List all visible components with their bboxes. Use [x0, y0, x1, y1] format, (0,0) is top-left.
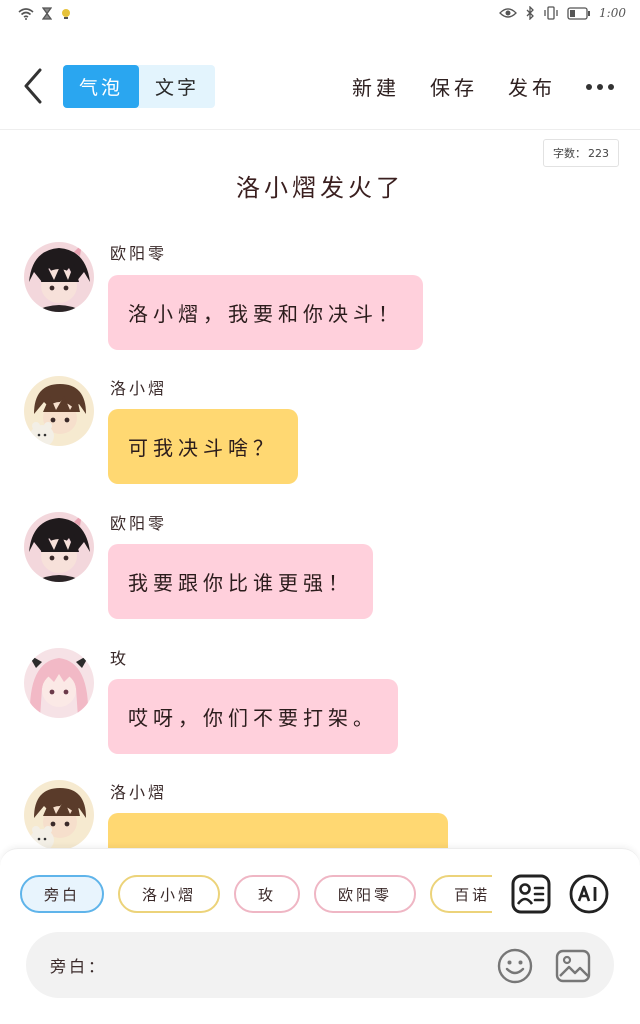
message-bubble[interactable]: 洛小熠，我要和你决斗！	[108, 275, 423, 350]
hourglass-icon	[42, 7, 52, 20]
emoji-icon[interactable]	[496, 947, 534, 985]
save-button[interactable]: 保存	[430, 72, 478, 101]
role-chip[interactable]: 洛小熠	[118, 875, 221, 913]
wifi-icon	[18, 7, 34, 20]
message-bubble[interactable]: 哎呀，你们不要打架。	[108, 679, 398, 754]
role-chip[interactable]: 欧阳零	[314, 875, 417, 913]
mode-toggle: 气泡 文字	[63, 65, 215, 108]
speaker-name: 欧阳零	[110, 244, 168, 263]
role-chip[interactable]: 百诺	[430, 875, 492, 913]
speaker-name: 洛小熠	[110, 783, 168, 802]
back-button[interactable]	[18, 66, 48, 106]
brown-hair-boy-avatar-icon	[24, 780, 94, 850]
avatar[interactable]	[24, 376, 94, 446]
message-bubble[interactable]: 可我决斗啥？	[108, 409, 298, 484]
message-input-bar: 旁白：	[26, 932, 614, 998]
tab-text[interactable]: 文字	[139, 65, 215, 108]
speaker-name: 洛小熠	[110, 379, 168, 398]
more-options-icon[interactable]	[586, 77, 614, 97]
avatar[interactable]	[24, 780, 94, 850]
avatar[interactable]	[24, 512, 94, 582]
brown-hair-boy-avatar-icon	[24, 376, 94, 446]
avatar[interactable]	[24, 648, 94, 718]
word-count-badge: 字数： 223	[543, 139, 619, 167]
status-bar: 1:00	[0, 0, 640, 30]
notification-app-icon	[62, 8, 70, 19]
dark-hair-boy-avatar-icon	[24, 242, 94, 312]
avatar[interactable]	[24, 242, 94, 312]
input-speaker-label: 旁白：	[50, 957, 108, 976]
clock-time: 1:00	[599, 6, 626, 20]
story-title[interactable]: 洛小熠发火了	[0, 168, 640, 203]
eye-icon	[499, 8, 517, 18]
vibrate-icon	[544, 6, 558, 20]
editor-header: 气泡 文字 新建 保存 发布	[0, 44, 640, 130]
word-count-value: 223	[588, 146, 609, 160]
chevron-left-icon	[24, 68, 42, 104]
message-input[interactable]	[116, 944, 476, 986]
role-chip[interactable]: 玫	[234, 875, 301, 913]
bluetooth-icon	[526, 6, 534, 20]
battery-icon	[567, 6, 591, 20]
speaker-name: 欧阳零	[110, 514, 168, 533]
character-card-icon[interactable]	[510, 873, 552, 915]
new-button[interactable]: 新建	[352, 72, 400, 101]
image-icon[interactable]	[554, 947, 592, 985]
dark-hair-boy-avatar-icon	[24, 512, 94, 582]
pink-hair-girl-avatar-icon	[24, 648, 94, 718]
role-selector: 旁白 洛小熠 玫 欧阳零 百诺	[20, 875, 492, 915]
speaker-name: 玫	[110, 649, 130, 668]
input-panel: 旁白 洛小熠 玫 欧阳零 百诺 旁白：	[0, 848, 640, 1024]
word-count-label: 字数：	[553, 147, 586, 160]
ai-icon[interactable]	[568, 873, 610, 915]
role-chip-narrator[interactable]: 旁白	[20, 875, 105, 913]
tab-bubble[interactable]: 气泡	[63, 65, 139, 108]
publish-button[interactable]: 发布	[508, 72, 556, 101]
message-bubble[interactable]: 我要跟你比谁更强！	[108, 544, 373, 619]
